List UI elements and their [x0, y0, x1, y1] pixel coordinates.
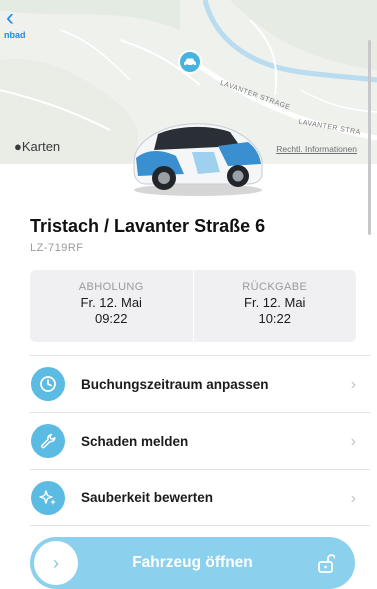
action-label: Buchungszeitraum anpassen [81, 376, 269, 392]
pickup-hour: 09:22 [94, 311, 128, 326]
back-button[interactable]: ‹ nbad [4, 4, 44, 41]
open-vehicle-label: Fahrzeug öffnen [132, 554, 253, 571]
unlock-icon [318, 554, 335, 573]
license-plate: LZ-719RF [30, 242, 84, 254]
vehicle-location-title: Tristach / Lavanter Straße 6 [30, 216, 266, 236]
legal-info-link[interactable]: Rechtl. Informationen [276, 144, 357, 154]
maps-attribution: ●Karten [14, 139, 61, 154]
chevron-left-icon: ‹ [6, 4, 14, 31]
back-label: nbad [4, 30, 26, 40]
pickup-label: ABHOLUNG [78, 281, 144, 293]
chevron-right-icon: › [350, 376, 356, 393]
report-damage-button[interactable]: Schaden melden › [30, 412, 370, 469]
adjust-booking-button[interactable]: Buchungszeitraum anpassen › [30, 355, 370, 412]
return-label: RÜCKGABE [242, 281, 308, 293]
chevron-right-icon: › [350, 490, 356, 507]
pickup-date: Fr. 12. Mai [80, 295, 142, 310]
sparkle-icon [31, 480, 65, 515]
action-label: Sauberkeit bewerten [81, 490, 214, 505]
pickup-time: ABHOLUNG Fr. 12. Mai 09:22 [30, 270, 193, 342]
chevron-right-icon: › [350, 433, 356, 450]
booking-times-card: ABHOLUNG Fr. 12. Mai 09:22 RÜCKGABE Fr. … [30, 270, 356, 342]
car-icon [184, 58, 196, 67]
open-vehicle-slider[interactable]: › Fahrzeug öffnen [30, 537, 355, 589]
car-location-pin[interactable] [178, 50, 202, 74]
return-date: Fr. 12. Mai [244, 295, 306, 310]
rate-cleanliness-button[interactable]: Sauberkeit bewerten › [30, 469, 370, 526]
scrollbar[interactable] [368, 40, 371, 235]
return-hour: 10:22 [258, 311, 292, 326]
action-list: Buchungszeitraum anpassen › Schaden meld… [30, 355, 370, 526]
apple-logo-icon: ● [14, 139, 22, 154]
return-time: RÜCKGABE Fr. 12. Mai 10:22 [192, 270, 357, 342]
wrench-icon [31, 424, 65, 458]
clock-icon [31, 367, 65, 401]
vehicle-image [133, 123, 263, 196]
action-label: Schaden melden [81, 433, 189, 449]
